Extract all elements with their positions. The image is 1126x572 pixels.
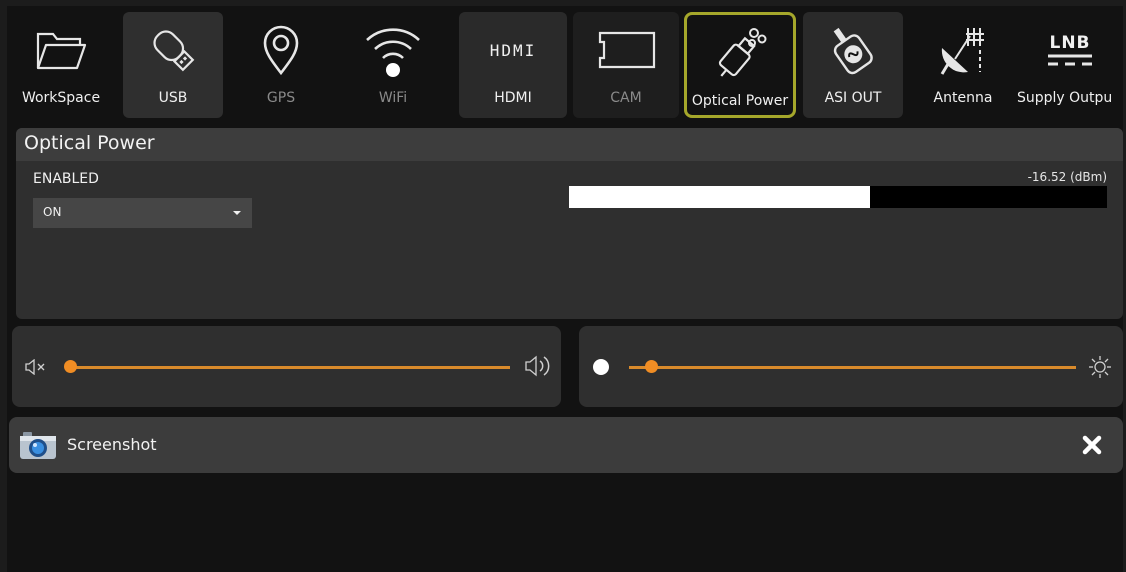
close-icon[interactable] [1081, 434, 1103, 456]
tool-hdmi[interactable]: HDMI HDMI [459, 12, 567, 118]
screenshot-bar[interactable]: Screenshot [9, 417, 1123, 473]
volume-slider-track[interactable] [70, 366, 510, 369]
volume-slider-panel [12, 326, 561, 407]
wifi-icon [343, 12, 443, 88]
tool-label: USB [158, 90, 188, 106]
tool-label: HDMI [494, 90, 532, 106]
device-toolbar: WorkSpace USB GPS WiFi HDMI HDMI CAM Opt… [7, 6, 1123, 124]
cam-module-icon [573, 12, 679, 88]
volume-slider-thumb[interactable] [64, 360, 77, 373]
tool-label: Supply Outpu [1017, 90, 1113, 106]
panel-title: Optical Power [24, 132, 155, 154]
chevron-down-icon [233, 211, 241, 215]
hdmi-logo-icon: HDMI [459, 12, 567, 88]
hdmi-logo-text: HDMI [489, 40, 537, 60]
panel-header: Optical Power [16, 128, 1123, 161]
enabled-select-value: ON [43, 205, 62, 219]
tool-label: Antenna [933, 90, 993, 106]
brightness-slider-thumb[interactable] [645, 360, 659, 373]
power-reading: -16.52 (dBm) [1027, 170, 1107, 184]
tool-label: WorkSpace [21, 90, 101, 106]
tool-supply-output[interactable]: LNB Supply Outpu [1017, 12, 1123, 118]
tool-asi-out[interactable]: ASI OUT [803, 12, 903, 118]
map-pin-icon [231, 12, 331, 88]
tool-optical-power[interactable]: Optical Power [684, 12, 796, 118]
tool-label: GPS [266, 90, 296, 106]
folder-icon [7, 12, 115, 88]
screenshot-label: Screenshot [67, 435, 157, 454]
enabled-select[interactable]: ON [33, 198, 252, 228]
tool-label: WiFi [378, 90, 408, 106]
tool-label: ASI OUT [824, 90, 882, 106]
satellite-dish-icon [911, 12, 1015, 88]
sun-icon[interactable] [1088, 355, 1112, 379]
enabled-label: ENABLED [33, 171, 99, 187]
power-level-fill [569, 186, 871, 208]
tool-cam[interactable]: CAM [573, 12, 679, 118]
tool-antenna[interactable]: Antenna [911, 12, 1015, 118]
tool-gps[interactable]: GPS [231, 12, 331, 118]
optical-power-panel: Optical Power ENABLED ON -16.52 (dBm) [16, 128, 1123, 319]
speaker-loud-icon[interactable] [524, 354, 554, 378]
camera-icon [20, 432, 56, 459]
power-level-bar [569, 186, 1107, 208]
fiber-connector-icon [687, 15, 793, 91]
tool-label: Optical Power [691, 93, 789, 109]
tool-usb[interactable]: USB [123, 12, 223, 118]
lnb-supply-icon: LNB [1017, 12, 1123, 88]
usb-drive-icon [123, 12, 223, 88]
brightness-slider-panel [579, 326, 1123, 407]
tool-wifi[interactable]: WiFi [343, 12, 443, 118]
asi-connector-icon [803, 12, 903, 88]
lnb-logo-text: LNB [1049, 33, 1091, 53]
brightness-slider-track[interactable] [629, 366, 1076, 369]
tool-workspace[interactable]: WorkSpace [7, 12, 115, 118]
tool-label: CAM [610, 90, 642, 106]
speaker-mute-icon[interactable] [25, 359, 47, 375]
dot-icon [593, 359, 609, 375]
